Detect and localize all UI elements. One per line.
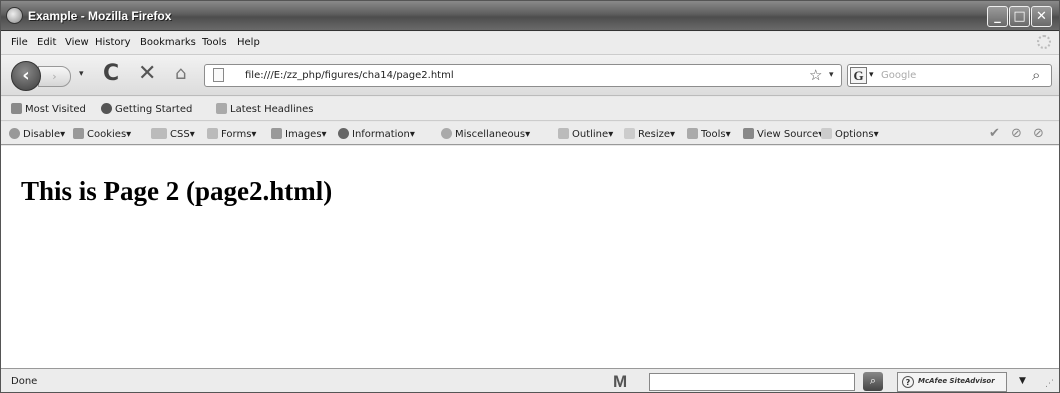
- information-icon: [338, 128, 349, 139]
- bookmark-star-icon[interactable]: ☆: [809, 66, 822, 84]
- toolbar-search-input[interactable]: [649, 373, 855, 391]
- siteadvisor-button[interactable]: ? McAfee SiteAdvisor: [897, 372, 1007, 392]
- search-bar[interactable]: G ▾ Google ⌕: [847, 64, 1052, 87]
- history-dropdown-icon[interactable]: ▾: [79, 69, 84, 79]
- address-bar[interactable]: file:///E:/zz_php/figures/cha14/page2.ht…: [204, 64, 842, 87]
- options-icon: [821, 128, 832, 139]
- dev-images[interactable]: Images▾: [271, 128, 327, 140]
- home-button[interactable]: ⌂: [175, 63, 186, 84]
- engine-dropdown-icon[interactable]: ▾: [869, 70, 874, 80]
- menu-edit[interactable]: Edit: [37, 37, 56, 48]
- dev-label: Miscellaneous: [455, 129, 526, 140]
- dev-label: Options: [835, 129, 874, 140]
- status-search-button[interactable]: ⌕: [863, 372, 883, 391]
- bookmark-getting-started[interactable]: Getting Started: [101, 103, 192, 115]
- menu-tools[interactable]: Tools: [202, 37, 227, 48]
- dev-label: Outline: [572, 129, 609, 140]
- title-bar[interactable]: Example - Mozilla Firefox _ □ ✕: [1, 1, 1059, 31]
- url-dropdown-icon[interactable]: ▾: [829, 70, 834, 80]
- disable-icon: [9, 128, 20, 139]
- dev-label: Disable: [23, 129, 61, 140]
- search-input[interactable]: Google: [881, 70, 916, 81]
- forward-button[interactable]: ›: [38, 66, 71, 87]
- dev-label: Forms: [221, 129, 252, 140]
- google-engine-icon[interactable]: G: [850, 67, 867, 84]
- outline-icon: [558, 128, 569, 139]
- resize-icon: [624, 128, 635, 139]
- help-icon: ?: [902, 376, 914, 388]
- css-icon: [151, 128, 167, 139]
- page-heading: This is Page 2 (page2.html): [21, 176, 333, 206]
- page-icon: [213, 68, 224, 82]
- bookmark-most-visited[interactable]: Most Visited: [11, 103, 86, 115]
- dev-disable[interactable]: Disable▾: [9, 128, 65, 140]
- getting-started-icon: [101, 103, 112, 114]
- dev-label: Information: [352, 129, 410, 140]
- menu-file[interactable]: File: [11, 37, 28, 48]
- back-button[interactable]: ‹: [11, 61, 41, 91]
- m-logo-icon[interactable]: M: [613, 372, 627, 392]
- status-bar: Done M ⌕ ? McAfee SiteAdvisor ▼ ⋰: [1, 368, 1059, 392]
- window-title: Example - Mozilla Firefox: [28, 9, 172, 23]
- url-text[interactable]: file:///E:/zz_php/figures/cha14/page2.ht…: [245, 70, 454, 81]
- forms-icon: [207, 128, 218, 139]
- dev-css[interactable]: CSS▾: [151, 128, 195, 140]
- dev-forms[interactable]: Forms▾: [207, 128, 256, 140]
- siteadvisor-label: McAfee SiteAdvisor: [918, 377, 995, 385]
- view-source-icon: [743, 128, 754, 139]
- status-text: Done: [11, 376, 38, 387]
- rss-icon: [216, 103, 227, 114]
- bookmark-label: Getting Started: [115, 104, 193, 115]
- close-button[interactable]: ✕: [1031, 6, 1052, 27]
- siteadvisor-dropdown-icon[interactable]: ▼: [1019, 376, 1026, 386]
- navigation-toolbar: › ‹ ▾ C ✕ ⌂ file:///E:/zz_php/figures/ch…: [1, 54, 1059, 96]
- dev-outline[interactable]: Outline▾: [558, 128, 613, 140]
- throbber-icon: [1037, 35, 1051, 49]
- dev-options[interactable]: Options▾: [821, 128, 879, 140]
- maximize-button[interactable]: □: [1009, 6, 1030, 27]
- menu-bar: File Edit View History Bookmarks Tools H…: [1, 32, 1059, 54]
- resize-grip-icon[interactable]: ⋰: [1045, 379, 1054, 389]
- dev-information[interactable]: Information▾: [338, 128, 415, 140]
- bookmark-label: Latest Headlines: [230, 104, 314, 115]
- most-visited-icon: [11, 103, 22, 114]
- menu-help[interactable]: Help: [237, 37, 260, 48]
- menu-view[interactable]: View: [65, 37, 89, 48]
- css-error-icon[interactable]: ⊘: [1011, 126, 1022, 141]
- dev-view-source[interactable]: View Source▾: [743, 128, 823, 140]
- cookies-icon: [73, 128, 84, 139]
- dev-tools[interactable]: Tools▾: [687, 128, 731, 140]
- menu-history[interactable]: History: [95, 37, 131, 48]
- firefox-icon: [6, 7, 23, 24]
- tools-icon: [687, 128, 698, 139]
- images-icon: [271, 128, 282, 139]
- dev-label: Images: [285, 129, 322, 140]
- dev-label: Cookies: [87, 129, 127, 140]
- page-content: This is Page 2 (page2.html): [1, 146, 1059, 368]
- minimize-button[interactable]: _: [987, 6, 1008, 27]
- dev-resize[interactable]: Resize▾: [624, 128, 675, 140]
- js-error-icon[interactable]: ⊘: [1033, 126, 1044, 141]
- dev-label: CSS: [170, 129, 190, 140]
- reload-button[interactable]: C: [103, 61, 119, 86]
- dev-label: Tools: [701, 129, 726, 140]
- menu-bookmarks[interactable]: Bookmarks: [140, 37, 196, 48]
- dev-label: Resize: [638, 129, 671, 140]
- miscellaneous-icon: [441, 128, 452, 139]
- dev-label: View Source: [757, 129, 819, 140]
- bookmark-latest-headlines[interactable]: Latest Headlines: [216, 103, 314, 115]
- browser-window: Example - Mozilla Firefox _ □ ✕ File Edi…: [0, 0, 1060, 393]
- bookmarks-toolbar: Most Visited Getting Started Latest Head…: [1, 97, 1059, 121]
- dev-cookies[interactable]: Cookies▾: [73, 128, 131, 140]
- bookmark-label: Most Visited: [25, 104, 86, 115]
- web-developer-toolbar: Disable▾ Cookies▾ CSS▾ Forms▾ Images▾ In…: [1, 122, 1059, 145]
- dev-miscellaneous[interactable]: Miscellaneous▾: [441, 128, 530, 140]
- search-go-icon[interactable]: ⌕: [1032, 66, 1040, 84]
- stop-button[interactable]: ✕: [138, 61, 156, 86]
- validation-check-icon[interactable]: ✔: [989, 126, 1000, 141]
